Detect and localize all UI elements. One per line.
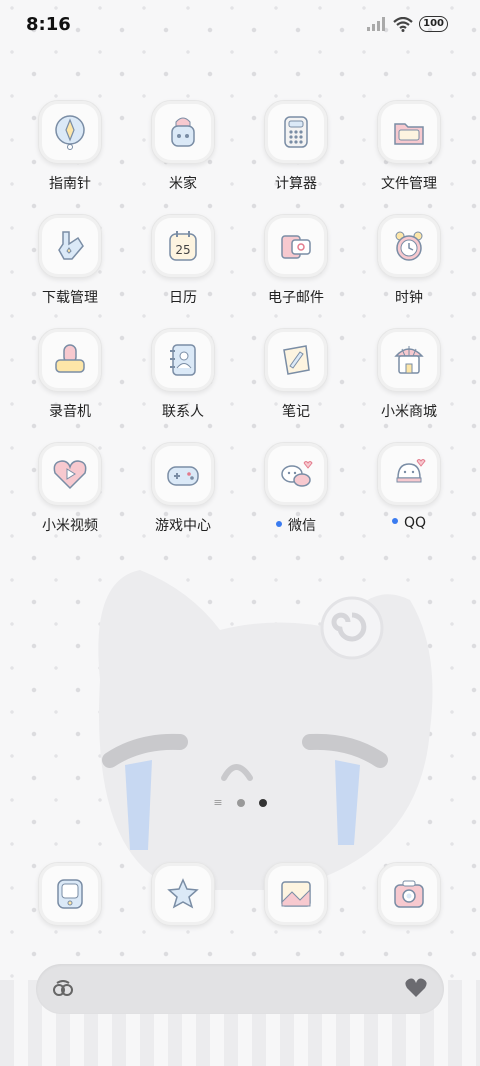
dock xyxy=(0,862,480,932)
app-label: 文件管理 xyxy=(381,176,437,192)
recorder-icon xyxy=(38,328,102,392)
app-download[interactable]: 下载管理 xyxy=(20,214,120,307)
app-label: 小米商城 xyxy=(381,404,437,420)
app-label: 游戏中心 xyxy=(155,518,211,534)
app-recorder[interactable]: 录音机 xyxy=(20,328,120,421)
status-icons: 100 xyxy=(367,16,448,32)
qq-icon xyxy=(377,442,441,506)
app-label: 时钟 xyxy=(395,290,423,306)
app-label: 计算器 xyxy=(275,176,317,192)
app-label: 电子邮件 xyxy=(268,290,324,306)
wifi-icon xyxy=(393,16,413,32)
battery-indicator: 100 xyxy=(419,16,448,32)
page-indicator[interactable]: ≡ xyxy=(0,796,480,809)
notes-icon xyxy=(264,328,328,392)
clock-icon xyxy=(377,214,441,278)
mijia-icon xyxy=(151,100,215,164)
phone-icon xyxy=(38,862,102,926)
app-label-text: QQ xyxy=(403,515,427,531)
app-video[interactable]: 小米视频 xyxy=(20,442,120,535)
drawer-lines-icon: ≡ xyxy=(213,796,223,809)
search-logo-icon xyxy=(52,978,74,1004)
app-label: 下载管理 xyxy=(42,290,98,306)
app-qq[interactable]: QQ xyxy=(359,442,459,531)
app-calculator[interactable]: 计算器 xyxy=(246,100,346,193)
calculator-icon xyxy=(264,100,328,164)
app-notes[interactable]: 笔记 xyxy=(246,328,346,421)
contacts-icon xyxy=(151,328,215,392)
notification-dot xyxy=(391,518,398,524)
app-file-manager[interactable]: 文件管理 xyxy=(359,100,459,193)
dock-app-phone[interactable] xyxy=(20,862,120,926)
status-bar: 8:16 100 xyxy=(0,0,480,50)
app-label: 微信 xyxy=(246,515,346,535)
calendar-icon: 25 xyxy=(151,214,215,278)
dock-app-messages[interactable] xyxy=(133,862,233,926)
app-clock[interactable]: 时钟 xyxy=(359,214,459,307)
app-label: 指南针 xyxy=(49,176,91,192)
app-label: 笔记 xyxy=(282,404,310,420)
email-icon xyxy=(264,214,328,278)
app-label: 日历 xyxy=(169,290,197,306)
camera-icon xyxy=(377,862,441,926)
app-contacts[interactable]: 联系人 xyxy=(133,328,233,421)
app-label-text: 微信 xyxy=(288,518,316,534)
calendar-day: 25 xyxy=(175,243,190,257)
app-compass[interactable]: 指南针 xyxy=(20,100,120,193)
store-icon xyxy=(377,328,441,392)
compass-icon xyxy=(38,100,102,164)
app-calendar[interactable]: 25 日历 xyxy=(133,214,233,307)
page-dot-2 xyxy=(258,798,267,807)
clock-time: 8:16 xyxy=(26,14,71,35)
dock-app-camera[interactable] xyxy=(359,862,459,926)
game-center-icon xyxy=(151,442,215,506)
app-label: 录音机 xyxy=(49,404,91,420)
app-label: 小米视频 xyxy=(42,518,98,534)
app-label: 联系人 xyxy=(162,404,204,420)
heart-icon[interactable] xyxy=(404,977,428,1003)
page-dot-1 xyxy=(236,798,245,807)
dock-app-gallery[interactable] xyxy=(246,862,346,926)
app-store[interactable]: 小米商城 xyxy=(359,328,459,421)
notification-dot xyxy=(276,521,282,527)
search-bar[interactable] xyxy=(36,964,444,1014)
messages-icon xyxy=(151,862,215,926)
app-label: 米家 xyxy=(169,176,197,192)
app-mijia[interactable]: 米家 xyxy=(133,100,233,193)
gallery-icon xyxy=(264,862,328,926)
app-email[interactable]: 电子邮件 xyxy=(246,214,346,307)
video-icon xyxy=(38,442,102,506)
download-icon xyxy=(38,214,102,278)
signal-icon xyxy=(367,17,386,31)
file-manager-icon xyxy=(377,100,441,164)
app-game-center[interactable]: 游戏中心 xyxy=(133,442,233,535)
app-label: QQ xyxy=(359,515,459,531)
wechat-icon xyxy=(264,442,328,506)
app-wechat[interactable]: 微信 xyxy=(246,442,346,535)
